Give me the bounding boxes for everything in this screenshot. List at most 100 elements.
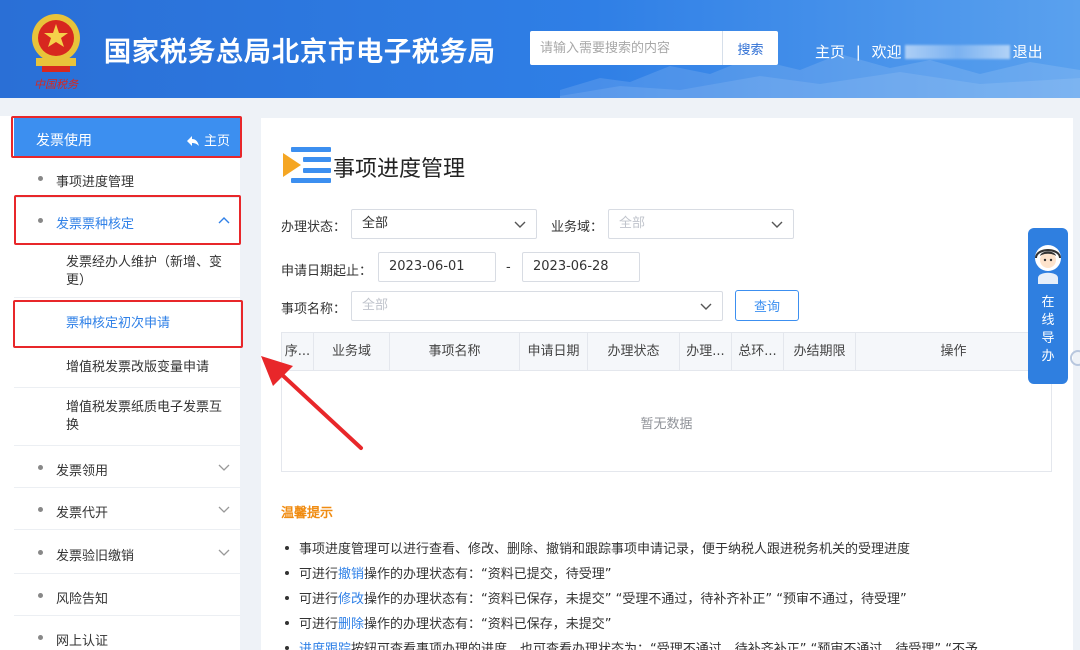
column-header[interactable]: 办理状态 (588, 333, 680, 371)
chevron-down-icon (771, 221, 783, 228)
domain-label: 业务域： (551, 220, 604, 235)
date-range-label: 申请日期起止： (281, 264, 373, 279)
tip-text: 事项进度管理可以进行查看、修改、删除、撤销和跟踪事项申请记录，便于纳税人跟进税务… (299, 542, 911, 557)
top-links: 主页 | 欢迎 退出 (815, 41, 1049, 62)
chevron-down-icon (514, 221, 526, 228)
online-help-widget[interactable]: 在线导办 (1028, 228, 1068, 384)
column-header[interactable]: 申请日期 (520, 333, 588, 371)
logout-link[interactable]: 退出 (1013, 43, 1043, 61)
sidebar-item-label: 发票代开 (56, 506, 109, 521)
table-header: 序... 业务域 事项名称 申请日期 办理状态 办理... 总环... 办结期限… (282, 333, 1051, 371)
column-header[interactable]: 总环... (732, 333, 784, 371)
tip-highlight: 删除 (338, 617, 365, 632)
tip-highlight: 修改 (338, 592, 365, 607)
tips-title: 温馨提示 (281, 506, 334, 521)
tip-line: 可进行修改操作的办理状态有：“资料已保存，未提交” “受理不通过，待补齐补正” … (285, 588, 907, 607)
domain-select[interactable]: 全部 (608, 209, 794, 239)
tip-highlight[interactable]: 进度跟踪 (299, 642, 351, 650)
tip-text: 操作的办理状态有：“资料已保存，未提交” “受理不通过，待补齐补正” “预审不通… (364, 592, 907, 607)
bullet-dot (285, 571, 289, 575)
bullet-dot (285, 546, 289, 550)
sidebar-subitem-label: 增值税发票改版变量申请 (66, 360, 210, 375)
sidebar-item-progress[interactable]: 事项进度管理 (14, 158, 240, 198)
bullet-dot (38, 550, 43, 555)
sidebar-item-verify[interactable]: 发票验旧缴销 (14, 530, 240, 574)
search-input[interactable] (530, 31, 722, 65)
chevron-down-icon (218, 464, 230, 471)
item-name-label: 事项名称： (281, 302, 347, 317)
tax-emblem-logo: 中国税务 (32, 14, 80, 91)
sidebar-item-label: 事项进度管理 (56, 175, 135, 190)
customer-service-avatar-icon (1035, 245, 1061, 284)
tip-text: 按钮可查看事项办理的进度，也可查看办理状态为：“受理不通过，待补齐补正” “预审… (351, 642, 978, 650)
column-header[interactable]: 办理... (680, 333, 732, 371)
site-title: 国家税务总局北京市电子税务局 (104, 37, 496, 68)
progress-table: 序... 业务域 事项名称 申请日期 办理状态 办理... 总环... 办结期限… (281, 332, 1052, 472)
sidebar-item-issue[interactable]: 发票代开 (14, 488, 240, 530)
page-title: 事项进度管理 (333, 157, 466, 182)
sidebar-item-label: 网上认证 (56, 634, 109, 649)
bullet-dot (38, 507, 43, 512)
list-title-icon (283, 147, 331, 183)
sidebar-item-online-auth[interactable]: 网上认证 (14, 616, 240, 650)
tip-text: 可进行 (299, 592, 339, 607)
magnifier-icon (1070, 350, 1080, 366)
top-header: 中国税务 国家税务总局北京市电子税务局 搜索 主页 | 欢迎 退出 (0, 0, 1080, 98)
search-button[interactable]: 搜索 (722, 31, 778, 65)
tip-line: 进度跟踪按钮可查看事项办理的进度，也可查看办理状态为：“受理不通过，待补齐补正”… (285, 638, 978, 650)
date-end-value: 2023-06-28 (533, 259, 609, 274)
tip-text: 可进行 (299, 567, 339, 582)
chevron-down-icon (700, 303, 712, 310)
date-start-input[interactable]: 2023-06-01 (378, 252, 496, 282)
sidebar: 发票使用 主页 事项进度管理 发票票种核定 发票经办人维护（新增、变更） 票种核… (0, 116, 243, 650)
red-arrow-annotation (261, 356, 363, 450)
sidebar-item-label: 发票领用 (56, 464, 109, 479)
sidebar-subitem-agent[interactable]: 发票经办人维护（新增、变更） (14, 244, 240, 298)
sidebar-subitem-revision[interactable]: 增值税发票改版变量申请 (14, 348, 240, 388)
sidebar-subitem-exchange[interactable]: 增值税发票纸质电子发票互换 (14, 388, 240, 446)
empty-table-text: 暂无数据 (640, 417, 693, 432)
highlight-box-header (11, 116, 242, 158)
date-separator: - (506, 260, 511, 275)
highlight-box-initial-apply (13, 300, 243, 348)
separator: | (855, 43, 861, 61)
tip-line: 事项进度管理可以进行查看、修改、删除、撤销和跟踪事项申请记录，便于纳税人跟进税务… (285, 538, 910, 557)
status-select-value: 全部 (362, 216, 389, 231)
tip-text: 操作的办理状态有：“资料已提交，待受理” (364, 567, 612, 582)
tip-line: 可进行删除操作的办理状态有：“资料已保存，未提交” (285, 613, 612, 632)
tip-highlight: 撤销 (338, 567, 365, 582)
sidebar-item-receive[interactable]: 发票领用 (14, 446, 240, 488)
status-label: 办理状态： (281, 220, 347, 235)
query-button[interactable]: 查询 (735, 290, 799, 321)
date-start-value: 2023-06-01 (389, 259, 465, 274)
bullet-dot (285, 621, 289, 625)
welcome-text: 欢迎 (871, 43, 902, 61)
item-name-select[interactable]: 全部 (351, 291, 723, 321)
highlight-box-invoice-type (14, 195, 241, 245)
bullet-dot (38, 176, 43, 181)
column-header[interactable]: 办结期限 (784, 333, 856, 371)
sidebar-item-label: 发票验旧缴销 (56, 549, 135, 564)
item-name-placeholder: 全部 (362, 298, 389, 313)
home-link[interactable]: 主页 (815, 43, 845, 61)
bullet-dot (38, 593, 43, 598)
bullet-dot (285, 596, 289, 600)
date-end-input[interactable]: 2023-06-28 (522, 252, 640, 282)
emblem-text: 中国税务 (34, 78, 79, 91)
chevron-down-icon (218, 506, 230, 513)
column-header[interactable]: 事项名称 (390, 333, 520, 371)
sidebar-item-risk[interactable]: 风险告知 (14, 574, 240, 616)
status-select[interactable]: 全部 (351, 209, 537, 239)
online-help-label: 在线导办 (1041, 295, 1055, 364)
bullet-dot (38, 635, 43, 640)
column-header[interactable]: 操作 (856, 333, 1051, 371)
sidebar-item-label: 风险告知 (56, 592, 109, 607)
sidebar-subitem-label: 发票经办人维护（新增、变更） (66, 255, 223, 288)
blurred-username (904, 45, 1010, 59)
tip-text: 可进行 (299, 617, 339, 632)
bullet-dot (285, 646, 289, 650)
tip-line: 可进行撤销操作的办理状态有：“资料已提交，待受理” (285, 563, 612, 582)
tip-text: 操作的办理状态有：“资料已保存，未提交” (364, 617, 612, 632)
domain-select-placeholder: 全部 (619, 216, 646, 231)
chevron-down-icon (218, 549, 230, 556)
